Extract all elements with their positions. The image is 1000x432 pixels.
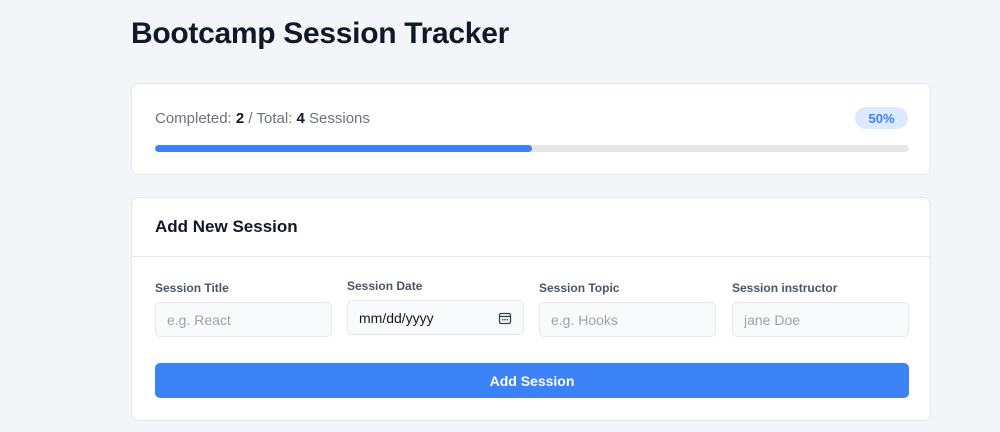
completed-label: Completed: — [155, 110, 232, 127]
session-instructor-field: Session instructor — [732, 281, 909, 337]
page-title: Bootcamp Session Tracker — [131, 17, 509, 50]
progress-fill — [155, 145, 532, 152]
calendar-icon[interactable] — [498, 311, 512, 325]
session-instructor-input[interactable] — [732, 302, 909, 337]
add-session-button[interactable]: Add Session — [155, 363, 909, 398]
total-label: Total: — [256, 110, 293, 127]
session-topic-label: Session Topic — [539, 281, 620, 295]
session-date-input[interactable]: mm/dd/yyyy — [347, 300, 524, 335]
sessions-unit: Sessions — [309, 110, 370, 127]
total-count: 4 — [296, 110, 305, 127]
progress-separator: / — [248, 110, 253, 127]
percent-badge: 50% — [855, 107, 908, 129]
session-date-field: Session Date mm/dd/yyyy — [347, 279, 524, 335]
progress-track — [155, 145, 909, 152]
session-title-label: Session Title — [155, 281, 229, 295]
session-topic-field: Session Topic — [539, 281, 716, 337]
session-title-field: Session Title — [155, 281, 332, 337]
session-date-label: Session Date — [347, 279, 423, 293]
session-title-input[interactable] — [155, 302, 332, 337]
session-instructor-label: Session instructor — [732, 281, 838, 295]
page: Bootcamp Session Tracker Completed: 2 / … — [0, 0, 1000, 432]
form-title: Add New Session — [155, 217, 298, 236]
session-topic-input[interactable] — [539, 302, 716, 337]
completed-count: 2 — [235, 110, 245, 127]
date-placeholder: mm/dd/yyyy — [359, 309, 434, 326]
progress-summary: Completed: 2 / Total: 4 Sessions — [155, 110, 370, 127]
progress-card: Completed: 2 / Total: 4 Sessions 50% — [131, 83, 931, 175]
form-header: Add New Session — [132, 198, 930, 257]
add-session-form: Add New Session Session Title Session Da… — [131, 197, 931, 421]
